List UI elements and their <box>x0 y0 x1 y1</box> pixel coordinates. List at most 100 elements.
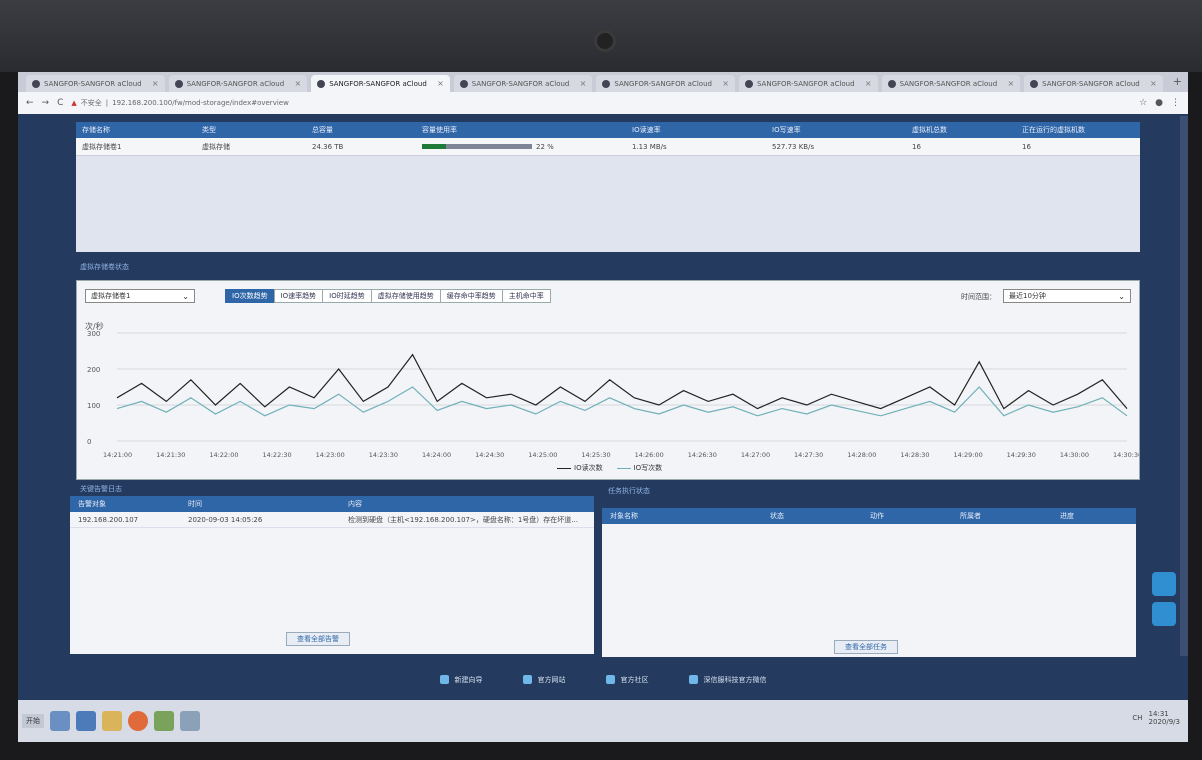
ime-indicator[interactable]: CH <box>1132 714 1142 722</box>
url-field[interactable]: ▲ 不安全 | 192.168.200.100/fw/mod-storage/i… <box>71 98 1131 108</box>
close-icon[interactable]: × <box>1007 79 1014 88</box>
taskbar-app-icon[interactable] <box>154 711 174 731</box>
browser-tab[interactable]: SANGFOR-SANGFOR aCloud × <box>168 75 308 92</box>
table-row[interactable]: 192.168.200.107 2020-09-03 14:05:26 检测到硬… <box>70 512 594 528</box>
browser-tab[interactable]: SANGFOR-SANGFOR aCloud × <box>596 75 735 92</box>
view-all-alerts-button[interactable]: 查看全部告警 <box>286 632 350 646</box>
scrollbar[interactable] <box>1180 116 1188 656</box>
col-type[interactable]: 类型 <box>196 125 306 135</box>
close-icon[interactable]: × <box>1150 79 1157 88</box>
page-footer: 新建向导 官方网站 官方社区 深信服科技官方微信 <box>18 657 1188 702</box>
start-button[interactable]: 开始 <box>22 714 44 728</box>
chart-tab[interactable]: IO速率趋势 <box>273 289 324 303</box>
webcam <box>594 30 616 52</box>
col-task-action: 动作 <box>870 512 884 520</box>
storage-table-panel: 存储名称 类型 总容量 容量使用率 IO读速率 IO写速率 虚拟机总数 正在运行… <box>76 122 1140 252</box>
account-icon[interactable]: ● <box>1155 98 1163 108</box>
menu-icon[interactable]: ⋮ <box>1171 98 1180 108</box>
y-tick-label: 0 <box>87 438 91 446</box>
footer-wechat-link[interactable]: 深信服科技官方微信 <box>688 675 767 685</box>
y-tick-label: 100 <box>87 402 100 410</box>
back-icon[interactable]: ← <box>26 98 34 108</box>
tab-label: SANGFOR-SANGFOR aCloud <box>329 79 427 88</box>
legend-write[interactable]: IO写次数 <box>616 463 662 473</box>
col-capacity[interactable]: 总容量 <box>306 125 416 135</box>
tab-label: SANGFOR-SANGFOR aCloud <box>471 79 570 88</box>
volume-select[interactable]: 虚拟存储卷1 ⌄ <box>85 289 195 303</box>
task-status-panel: 对象名称 状态 动作 所属者 进度 查看全部任务 <box>602 508 1136 660</box>
browser-tabbar: SANGFOR-SANGFOR aCloud × SANGFOR-SANGFOR a… <box>18 72 1188 92</box>
cell-vm-total: 16 <box>912 142 921 151</box>
col-task-status: 状态 <box>770 512 784 520</box>
close-icon[interactable]: × <box>580 79 587 88</box>
x-tick-label: 14:25:30 <box>581 451 610 459</box>
forward-icon[interactable]: → <box>42 98 50 108</box>
col-task-object: 对象名称 <box>610 512 638 520</box>
range-select[interactable]: 最近10分钟 ⌄ <box>1003 289 1131 303</box>
view-all-tasks-button[interactable]: 查看全部任务 <box>834 640 898 654</box>
task-status-title: 任务执行状态 <box>608 487 650 495</box>
cell-usage: 22 % <box>416 143 626 151</box>
close-icon[interactable]: × <box>294 79 301 88</box>
browser-tab[interactable]: SANGFOR-SANGFOR aCloud × <box>738 75 878 92</box>
col-io-read[interactable]: IO读速率 <box>626 125 766 135</box>
x-tick-label: 14:26:00 <box>635 451 664 459</box>
help-icon[interactable] <box>1152 572 1176 596</box>
footer-website-link[interactable]: 官方网站 <box>522 675 566 685</box>
task-table-header: 对象名称 状态 动作 所属者 进度 <box>602 508 1136 524</box>
close-icon[interactable]: × <box>152 79 159 88</box>
col-alert-time: 时间 <box>188 500 202 508</box>
taskbar-app-icon[interactable] <box>76 711 96 731</box>
tab-label: SANGFOR-SANGFOR aCloud <box>1042 79 1140 88</box>
star-icon[interactable]: ☆ <box>1139 98 1147 108</box>
close-icon[interactable]: × <box>437 79 444 88</box>
x-tick-label: 14:26:30 <box>688 451 717 459</box>
chart-tab[interactable]: 缓存命中率趋势 <box>439 289 503 303</box>
chart-tab[interactable]: 虚拟存储使用趋势 <box>370 289 441 303</box>
service-icon[interactable] <box>1152 602 1176 626</box>
chart-tab[interactable]: IO时延趋势 <box>322 289 372 303</box>
clock[interactable]: 14:31 2020/9/3 <box>1149 710 1180 726</box>
col-task-owner: 所属者 <box>960 512 981 520</box>
browser-tab[interactable]: SANGFOR-SANGFOR aCloud × <box>311 75 450 92</box>
browser-tab[interactable]: SANGFOR-SANGFOR aCloud × <box>881 75 1021 92</box>
cell-name: 虚拟存储卷1 <box>82 142 122 151</box>
browser-tab[interactable]: SANGFOR-SANGFOR aCloud × <box>1024 75 1163 92</box>
folder-icon[interactable] <box>102 711 122 731</box>
col-name[interactable]: 存储名称 <box>76 125 196 135</box>
col-vm-total[interactable]: 虚拟机总数 <box>906 125 1016 135</box>
cell-type: 虚拟存储 <box>202 142 230 151</box>
chevron-down-icon: ⌄ <box>182 291 189 301</box>
chart-tab[interactable]: IO次数趋势 <box>225 289 275 303</box>
home-icon <box>522 675 532 684</box>
taskbar-app-icon[interactable] <box>50 711 70 731</box>
footer-wizard-link[interactable]: 新建向导 <box>439 675 483 685</box>
security-warning: 不安全 <box>80 99 102 107</box>
browser-tab[interactable]: SANGFOR-SANGFOR aCloud × <box>453 75 593 92</box>
reload-icon[interactable]: C <box>57 98 63 108</box>
col-task-progress: 进度 <box>1060 512 1074 520</box>
table-row[interactable]: 虚拟存储卷1 虚拟存储 24.36 TB 22 % 1.13 MB/s 527.… <box>76 138 1140 156</box>
close-icon[interactable]: × <box>865 79 872 88</box>
close-icon[interactable]: × <box>722 79 729 88</box>
chart-tab[interactable]: 主机命中率 <box>501 289 551 303</box>
legend-read[interactable]: IO读次数 <box>557 463 603 473</box>
io-count-chart: 0 100 200 300 14:21:00 14:21:30 14:22:00 14:22:… <box>87 330 1139 459</box>
col-vm-running[interactable]: 正在运行的虚拟机数 <box>1016 125 1140 135</box>
series-line-0 <box>116 353 1128 410</box>
col-io-write[interactable]: IO写速率 <box>766 125 906 135</box>
address-bar: ← → C ▲ 不安全 | 192.168.200.100/fw/mod-sto… <box>18 92 1188 114</box>
x-tick-label: 14:23:00 <box>316 451 345 459</box>
footer-community-link[interactable]: 官方社区 <box>605 675 649 685</box>
favicon-icon <box>459 79 468 88</box>
col-usage[interactable]: 容量使用率 <box>416 125 626 135</box>
browser-tab[interactable]: SANGFOR-SANGFOR aCloud × <box>26 75 165 92</box>
tab-label: SANGFOR-SANGFOR aCloud <box>614 79 712 88</box>
alert-log-panel: 告警对象 时间 内容 192.168.200.107 2020-09-03 14… <box>70 496 594 654</box>
x-tick-label: 14:24:30 <box>475 451 504 459</box>
taskbar-app-icon[interactable] <box>180 711 200 731</box>
new-tab-button[interactable]: + <box>1167 75 1188 92</box>
favicon-icon <box>602 79 611 88</box>
chrome-icon[interactable] <box>128 711 148 731</box>
favicon-icon <box>887 79 896 88</box>
